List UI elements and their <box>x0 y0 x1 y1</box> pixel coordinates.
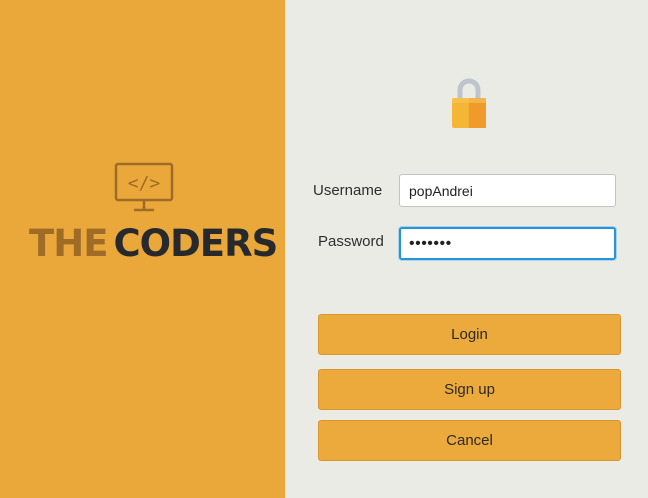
monitor-code-text: </> <box>128 173 161 194</box>
signup-button[interactable]: Sign up <box>318 369 621 410</box>
app-logo: THE CODERS <box>29 222 278 266</box>
monitor-code-icon: </> <box>114 162 174 212</box>
username-label: Username <box>313 182 383 199</box>
logo-word-coders: CODERS <box>113 222 278 265</box>
username-field[interactable] <box>399 174 616 207</box>
padlock-icon <box>452 78 486 128</box>
login-button[interactable]: Login <box>318 314 621 355</box>
branding-panel: </> THE CODERS <box>0 0 285 498</box>
password-label: Password <box>318 233 384 250</box>
logo-word-the: THE <box>29 222 108 265</box>
cancel-button[interactable]: Cancel <box>318 420 621 461</box>
password-field[interactable] <box>399 227 616 260</box>
